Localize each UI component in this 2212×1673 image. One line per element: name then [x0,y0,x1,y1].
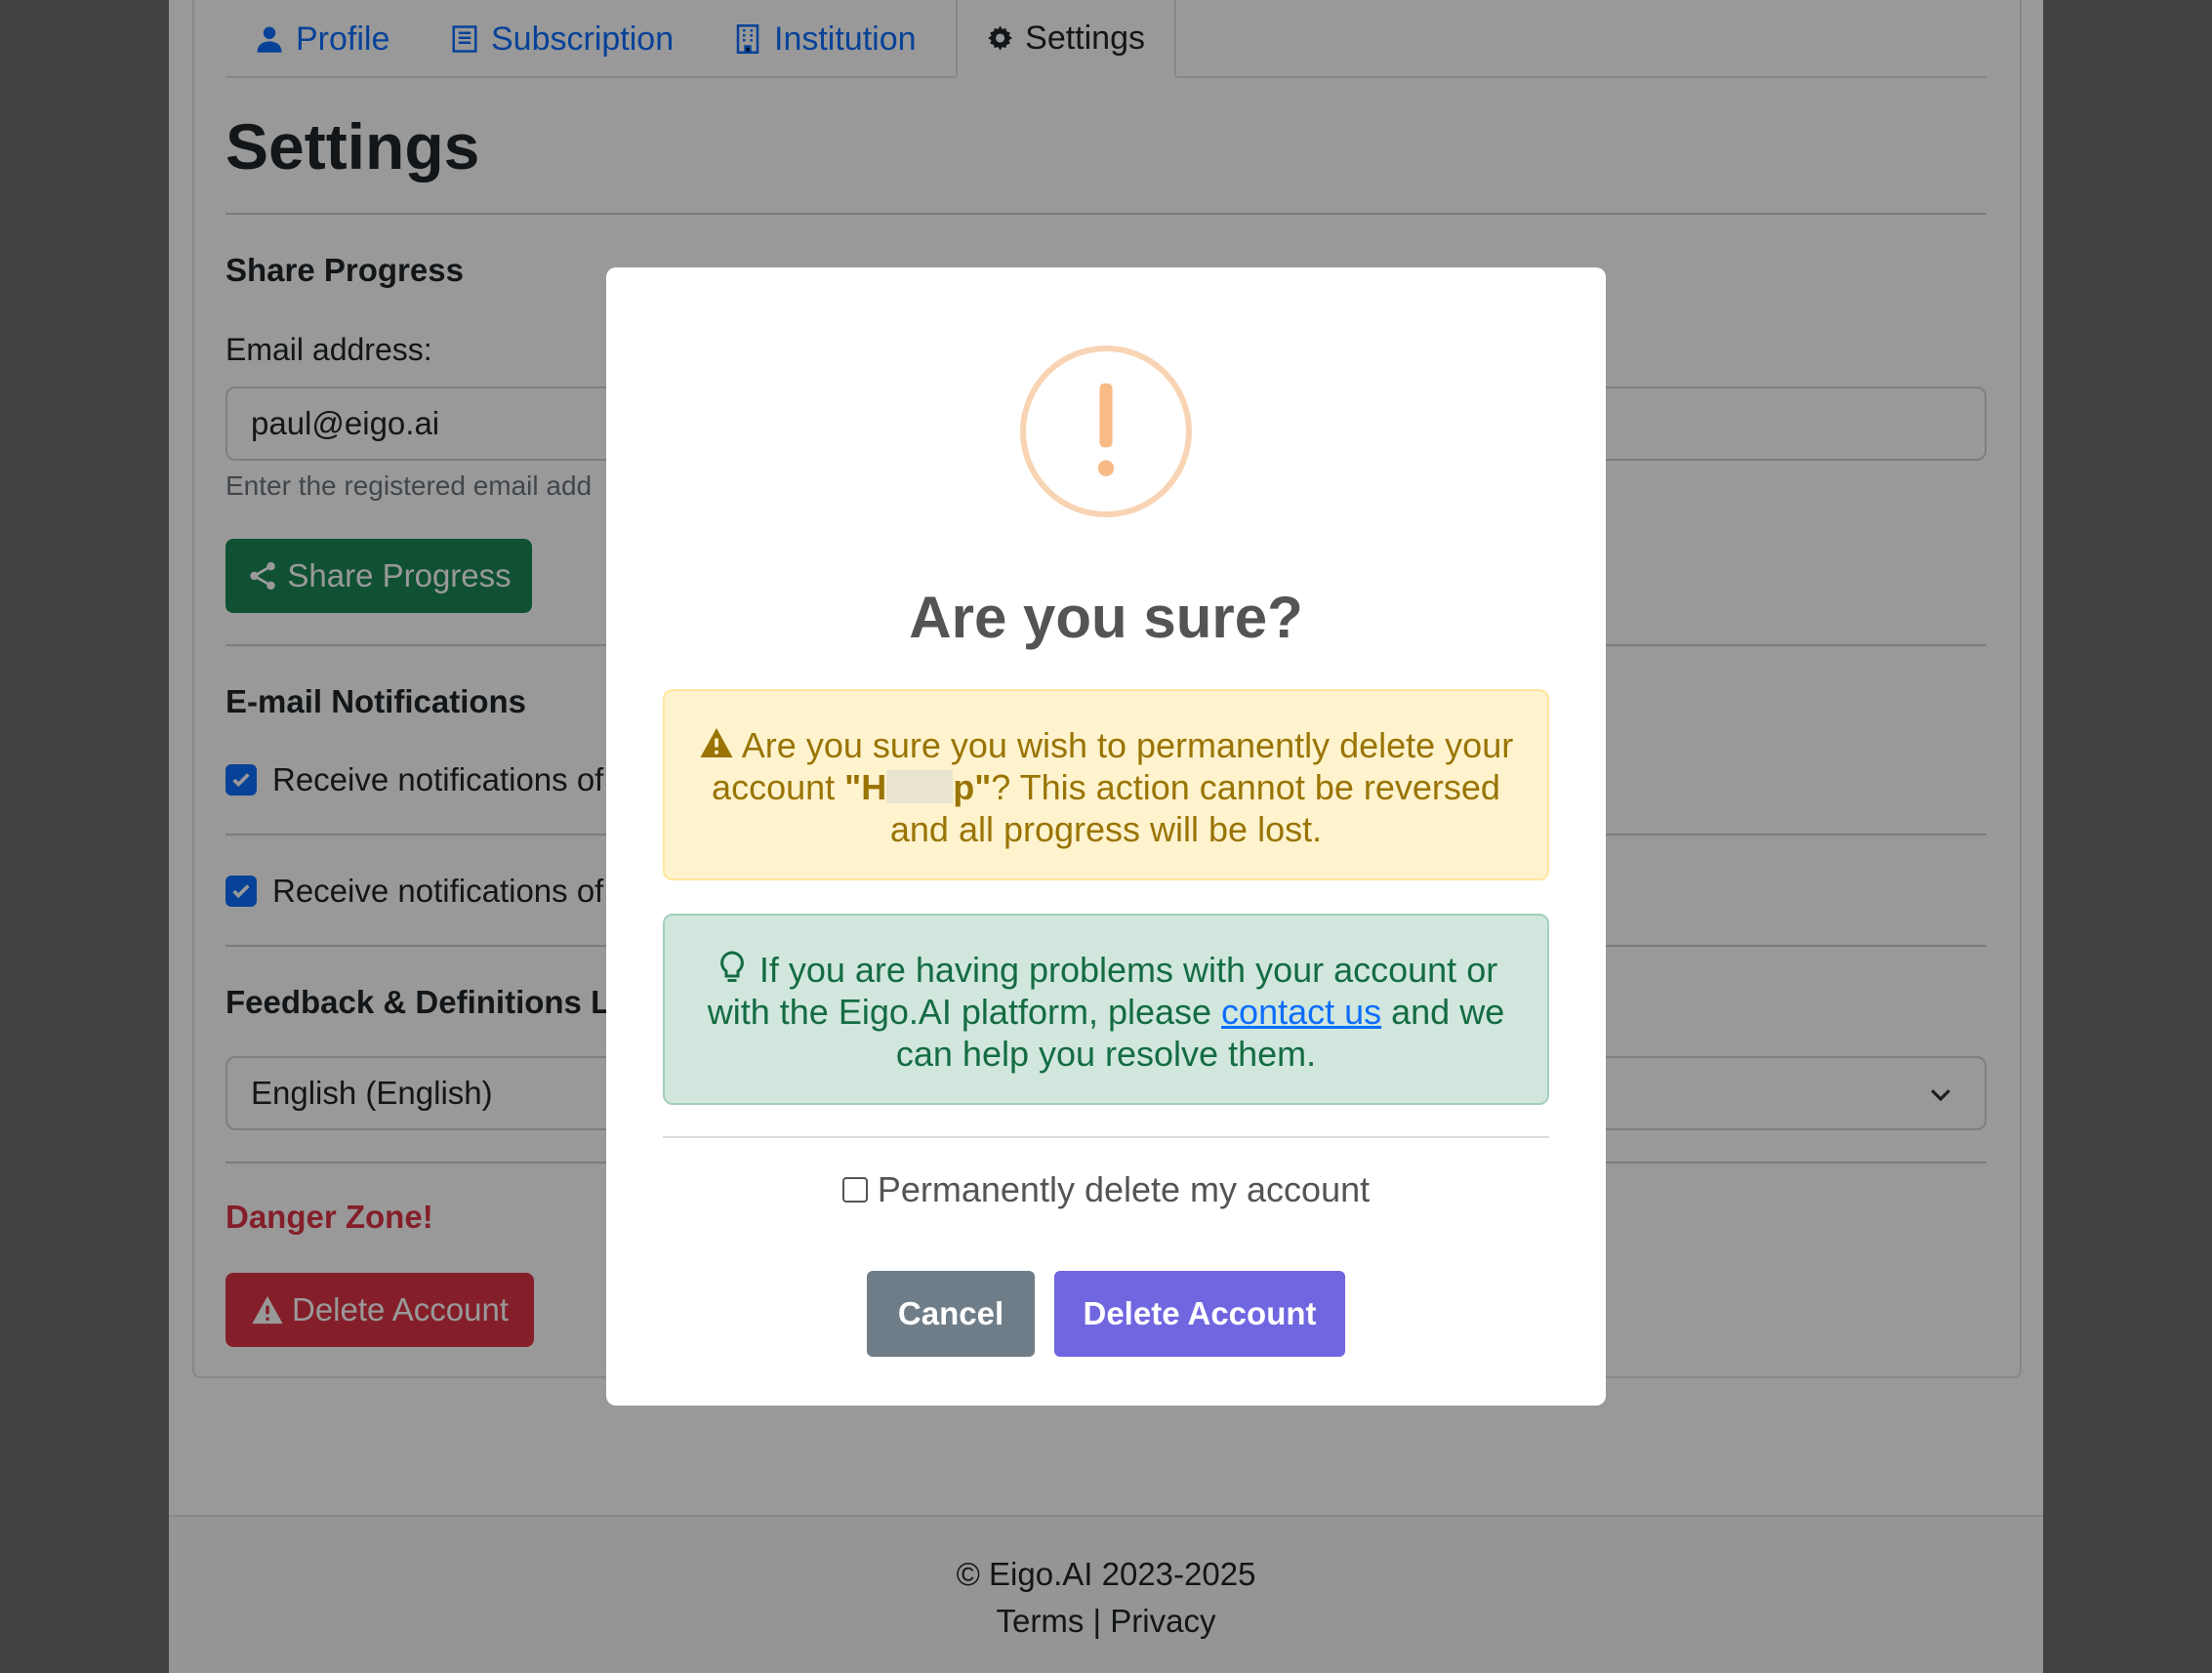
confirm-delete-dialog: Are you sure? Are you sure you wish to p… [606,267,1606,1406]
account-name-end: p" [953,767,992,807]
confirm-delete-button[interactable]: Delete Account [1054,1271,1345,1357]
dialog-title: Are you sure? [909,585,1303,650]
warning-circle-icon [1020,346,1192,517]
warning-alert: Are you sure you wish to permanently del… [663,689,1549,880]
lightbulb-icon [719,951,744,982]
confirm-delete-label: Permanently delete my account [877,1169,1371,1209]
warning-triangle-icon [700,728,733,757]
account-name-start: "H [844,767,887,807]
redacted-name [886,770,954,803]
confirm-delete-checkbox-row[interactable]: Permanently delete my account [606,1169,1606,1210]
dialog-divider [663,1136,1549,1138]
cancel-button[interactable]: Cancel [867,1271,1035,1357]
info-alert: If you are having problems with your acc… [663,914,1549,1105]
contact-us-link[interactable]: contact us [1221,992,1381,1032]
confirm-delete-checkbox[interactable] [841,1177,868,1203]
